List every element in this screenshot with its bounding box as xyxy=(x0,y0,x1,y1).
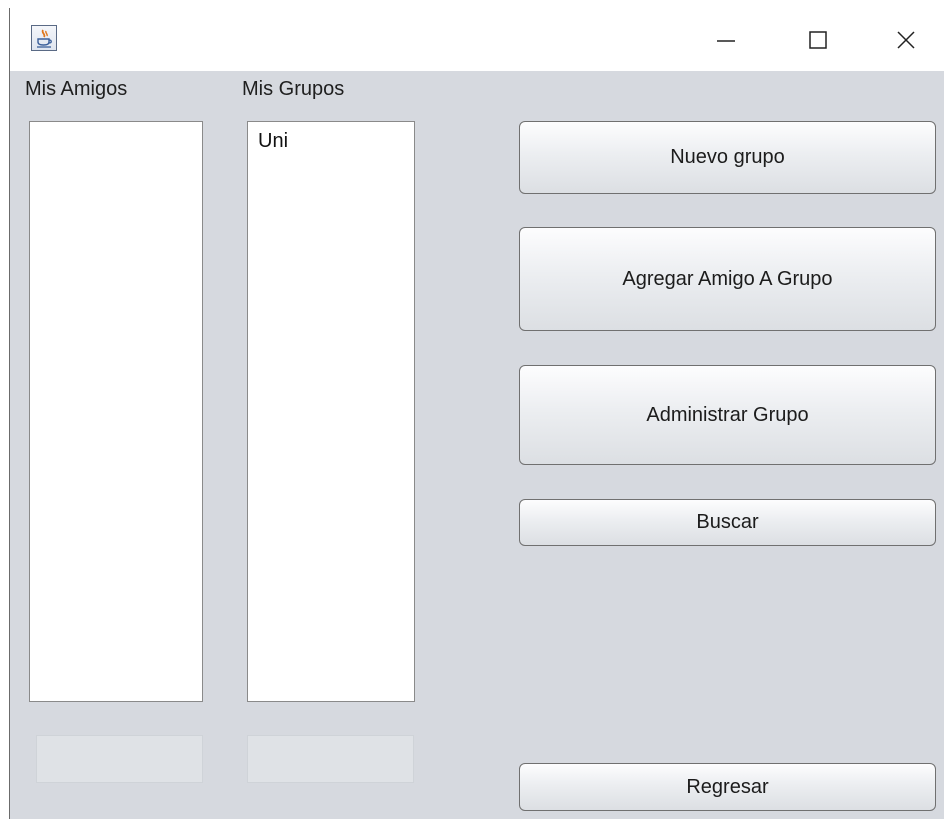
add-friend-to-group-button[interactable]: Agregar Amigo A Grupo xyxy=(519,227,936,331)
back-button[interactable]: Regresar xyxy=(519,763,936,811)
app-window: Mis Amigos Mis Grupos Uni Nuevo grupo Ag… xyxy=(9,8,944,819)
maximize-button[interactable] xyxy=(772,8,864,71)
list-item[interactable]: Uni xyxy=(248,122,414,152)
groups-label: Mis Grupos xyxy=(242,78,345,100)
title-bar[interactable] xyxy=(10,8,944,71)
close-button[interactable] xyxy=(860,8,944,71)
minimize-button[interactable] xyxy=(680,8,772,71)
maximize-icon xyxy=(809,30,827,49)
friends-label: Mis Amigos xyxy=(25,78,128,100)
friends-list[interactable] xyxy=(29,121,203,702)
group-text-field[interactable] xyxy=(247,735,414,783)
new-group-button[interactable]: Nuevo grupo xyxy=(519,121,936,194)
minimize-icon xyxy=(717,39,735,42)
groups-list[interactable]: Uni xyxy=(247,121,415,702)
close-icon xyxy=(897,30,915,49)
friend-text-field[interactable] xyxy=(36,735,203,783)
java-app-icon[interactable] xyxy=(31,25,57,51)
manage-group-button[interactable]: Administrar Grupo xyxy=(519,365,936,465)
search-button[interactable]: Buscar xyxy=(519,499,936,546)
